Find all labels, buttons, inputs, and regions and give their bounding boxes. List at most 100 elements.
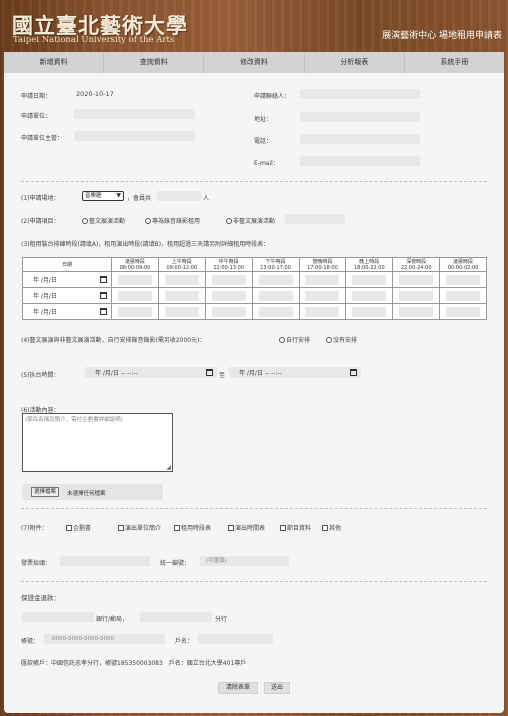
clear-form-button[interactable]: 清除表單 — [218, 682, 258, 694]
slot-input[interactable] — [352, 306, 387, 317]
load-in-end-input[interactable]: 年 /月/日 -- --:-- — [229, 367, 361, 378]
calendar-icon[interactable] — [206, 369, 213, 376]
attachment-proposal[interactable]: 企劃書 — [66, 523, 91, 532]
tax-id-field[interactable]: (可選填) — [200, 556, 289, 566]
nav-item-edit[interactable]: 修改資料 — [204, 52, 305, 73]
member-count-field[interactable] — [157, 191, 201, 201]
attachment-rental-schedule[interactable]: 租用時段表 — [174, 523, 211, 532]
tax-id-label: 統一編號： — [160, 560, 191, 567]
slot-input[interactable] — [305, 306, 340, 317]
content-textarea[interactable]: (節目名稱及簡介，需付企劃書詳細說明) ◢ — [22, 413, 173, 472]
venue-select[interactable]: 音樂廳 ▼ — [82, 191, 124, 201]
slot-input[interactable] — [446, 274, 481, 285]
account-label: 帳號： — [21, 638, 40, 645]
slot-input[interactable] — [399, 306, 434, 317]
address-field[interactable] — [300, 112, 420, 122]
slot-cell — [345, 271, 394, 288]
slot-input[interactable] — [305, 290, 340, 301]
submit-button[interactable]: 送出 — [264, 682, 290, 694]
attachment-show-schedule-label: 演出時間表 — [235, 525, 266, 532]
slot-input[interactable] — [352, 290, 387, 301]
project-label: (2)申請項目： — [21, 218, 60, 225]
project-option-recording[interactable]: 專為錄音錄影租用 — [145, 216, 200, 225]
slot-input[interactable] — [117, 290, 152, 301]
slot-input[interactable] — [305, 274, 340, 285]
invoice-title-field[interactable] — [60, 556, 150, 566]
attachment-program[interactable]: 節目資料 — [280, 523, 311, 532]
nav-item-query[interactable]: 查詢資料 — [104, 52, 205, 73]
recording-label: (4)藝文展演與非藝文展演活動，自行安排錄音錄影(需另收2000元)： — [21, 337, 206, 344]
radio-icon — [326, 337, 332, 343]
account-name-field[interactable] — [198, 634, 273, 644]
load-in-start-input[interactable]: 年 /月/日 -- --:-- — [85, 367, 217, 378]
attachment-show-schedule[interactable]: 演出時間表 — [228, 523, 265, 532]
slot-input[interactable] — [399, 274, 434, 285]
recording-option-none[interactable]: 沒有安排 — [326, 335, 357, 344]
recording-option-none-label: 沒有安排 — [333, 337, 358, 344]
load-in-to: 至 — [219, 372, 226, 379]
project-option-arts[interactable]: 藝文展演活動 — [82, 216, 125, 225]
col-time: 08:00-09:00 — [119, 264, 151, 271]
slot-input[interactable] — [164, 274, 199, 285]
date-cell: 年 /月/日 — [22, 271, 112, 288]
slot-input[interactable] — [164, 290, 199, 301]
nav-item-report[interactable]: 分析報表 — [305, 52, 405, 73]
slot-input[interactable] — [399, 290, 434, 301]
attachment-other[interactable]: 其他 — [322, 523, 341, 532]
email-field[interactable] — [300, 156, 420, 166]
slot-cell — [204, 287, 253, 304]
bank-field[interactable] — [22, 612, 94, 622]
nav-item-new[interactable]: 新增資料 — [4, 52, 105, 73]
slot-cell — [251, 303, 300, 320]
calendar-icon[interactable] — [350, 369, 357, 376]
content-placeholder: (節目名稱及簡介，需付企劃書詳細說明) — [25, 417, 123, 423]
calendar-icon[interactable] — [100, 276, 107, 283]
calendar-icon[interactable] — [100, 308, 107, 315]
attachment-unit-intro[interactable]: 演出單位簡介 — [118, 523, 161, 532]
slot-input[interactable] — [211, 306, 246, 317]
schedule-header-col: 深夜時段 22:00-24:00 — [392, 257, 441, 272]
header: 國立臺北藝術大學 Taipei National University of t… — [0, 0, 508, 50]
attachment-other-label: 其他 — [329, 525, 342, 532]
slot-cell — [439, 271, 487, 288]
date-input[interactable]: 年 /月/日 — [23, 306, 111, 317]
slot-input[interactable] — [211, 290, 246, 301]
invoice-title-label: 發票抬頭： — [21, 560, 52, 567]
project-option-non-arts[interactable]: 非藝文展演活動 — [226, 216, 275, 225]
slot-cell — [345, 287, 394, 304]
slot-input[interactable] — [117, 274, 152, 285]
contact-field[interactable] — [300, 89, 420, 99]
load-in-label: (5)拆台時間： — [21, 372, 60, 379]
slot-input[interactable] — [446, 306, 481, 317]
venue-unit: 人 — [203, 195, 210, 202]
phone-field[interactable] — [300, 134, 420, 144]
slot-input[interactable] — [446, 290, 481, 301]
load-in-start-placeholder: 年 /月/日 -- --:-- — [95, 370, 138, 377]
slot-cell — [298, 303, 347, 320]
slot-cell — [111, 271, 159, 288]
nav-item-manual[interactable]: 系統手冊 — [405, 52, 504, 73]
calendar-icon[interactable] — [100, 292, 107, 299]
slot-input[interactable] — [211, 274, 246, 285]
date-input[interactable]: 年 /月/日 — [23, 274, 111, 285]
schedule-header-col: 上午時段 09:00-12:00 — [157, 257, 206, 272]
recording-option-self[interactable]: 自行安排 — [279, 335, 310, 344]
schedule-row: 年 /月/日 — [22, 303, 487, 320]
slot-input[interactable] — [258, 306, 293, 317]
unit-field[interactable] — [74, 109, 195, 119]
slot-input[interactable] — [258, 274, 293, 285]
branch-field[interactable] — [140, 612, 212, 622]
slot-input[interactable] — [164, 306, 199, 317]
unit-head-field[interactable] — [74, 131, 195, 141]
venue-member-label: ，會員共 — [127, 195, 152, 202]
resize-grip-icon[interactable]: ◢ — [166, 464, 171, 471]
page-title: 展演藝術中心 場地租用申請表 — [382, 31, 502, 41]
slot-input[interactable] — [352, 274, 387, 285]
date-input[interactable]: 年 /月/日 — [23, 290, 111, 301]
slot-input[interactable] — [117, 306, 152, 317]
project-other-field[interactable] — [285, 214, 345, 224]
slot-input[interactable] — [258, 290, 293, 301]
account-field[interactable]: 0000-0000-0000-0000 — [44, 634, 165, 644]
col-time: 12:00-13:00 — [213, 264, 244, 271]
choose-file-button[interactable]: 選擇檔案 — [31, 487, 60, 497]
